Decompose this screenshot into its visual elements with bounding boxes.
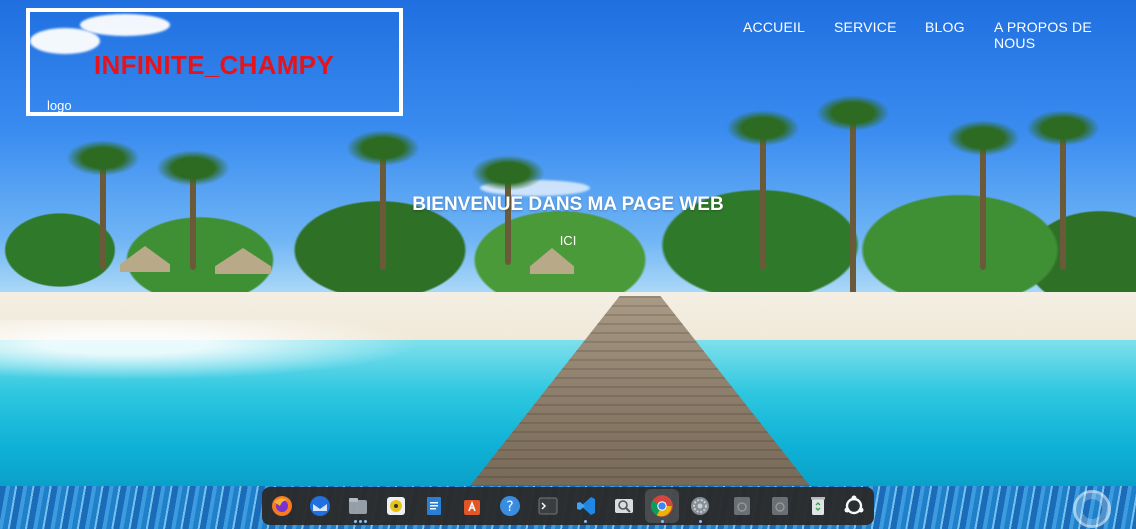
writer-icon[interactable] xyxy=(420,492,448,520)
drive-icon[interactable] xyxy=(766,492,794,520)
nav-item-blog[interactable]: BLOG xyxy=(925,19,965,35)
thunderbird-icon[interactable] xyxy=(306,492,334,520)
hero-title: BIENVENUE DANS MA PAGE WEB xyxy=(412,194,724,215)
vscode-icon[interactable] xyxy=(572,492,600,520)
palm-tree xyxy=(156,150,230,270)
site-title: INFINITE_CHAMPY xyxy=(94,50,334,80)
running-indicator xyxy=(354,520,367,523)
nav-item-accueil[interactable]: ACCUEIL xyxy=(743,19,805,35)
running-indicator xyxy=(661,520,664,523)
nav-item-a-propos[interactable]: A PROPOS DE NOUS xyxy=(994,19,1136,51)
hero-subtitle: ICI xyxy=(559,233,577,248)
logo-label: logo xyxy=(47,98,72,113)
terminal-icon[interactable] xyxy=(534,492,562,520)
main-nav: ACCUEIL SERVICE BLOG A PROPOS DE NOUS xyxy=(0,19,1136,51)
files-icon[interactable] xyxy=(344,492,372,520)
software-icon[interactable] xyxy=(458,492,486,520)
chrome-icon[interactable] xyxy=(645,489,679,523)
rhythmbox-icon[interactable] xyxy=(382,492,410,520)
settings-icon[interactable] xyxy=(686,492,714,520)
foam xyxy=(0,320,420,380)
drive-icon[interactable] xyxy=(728,492,756,520)
help-icon[interactable]: ? xyxy=(496,492,524,520)
trash-icon[interactable] xyxy=(804,492,832,520)
taskbar-dock: ? xyxy=(262,487,874,525)
image-viewer-icon[interactable] xyxy=(610,492,638,520)
running-indicator xyxy=(699,520,702,523)
svg-text:?: ? xyxy=(506,499,513,515)
app-grid-icon[interactable] xyxy=(840,492,868,520)
firefox-icon[interactable] xyxy=(268,492,296,520)
swirl-decoration xyxy=(1073,490,1111,528)
running-indicator xyxy=(584,520,587,523)
palm-tree xyxy=(471,155,545,265)
nav-item-service[interactable]: SERVICE xyxy=(834,19,897,35)
